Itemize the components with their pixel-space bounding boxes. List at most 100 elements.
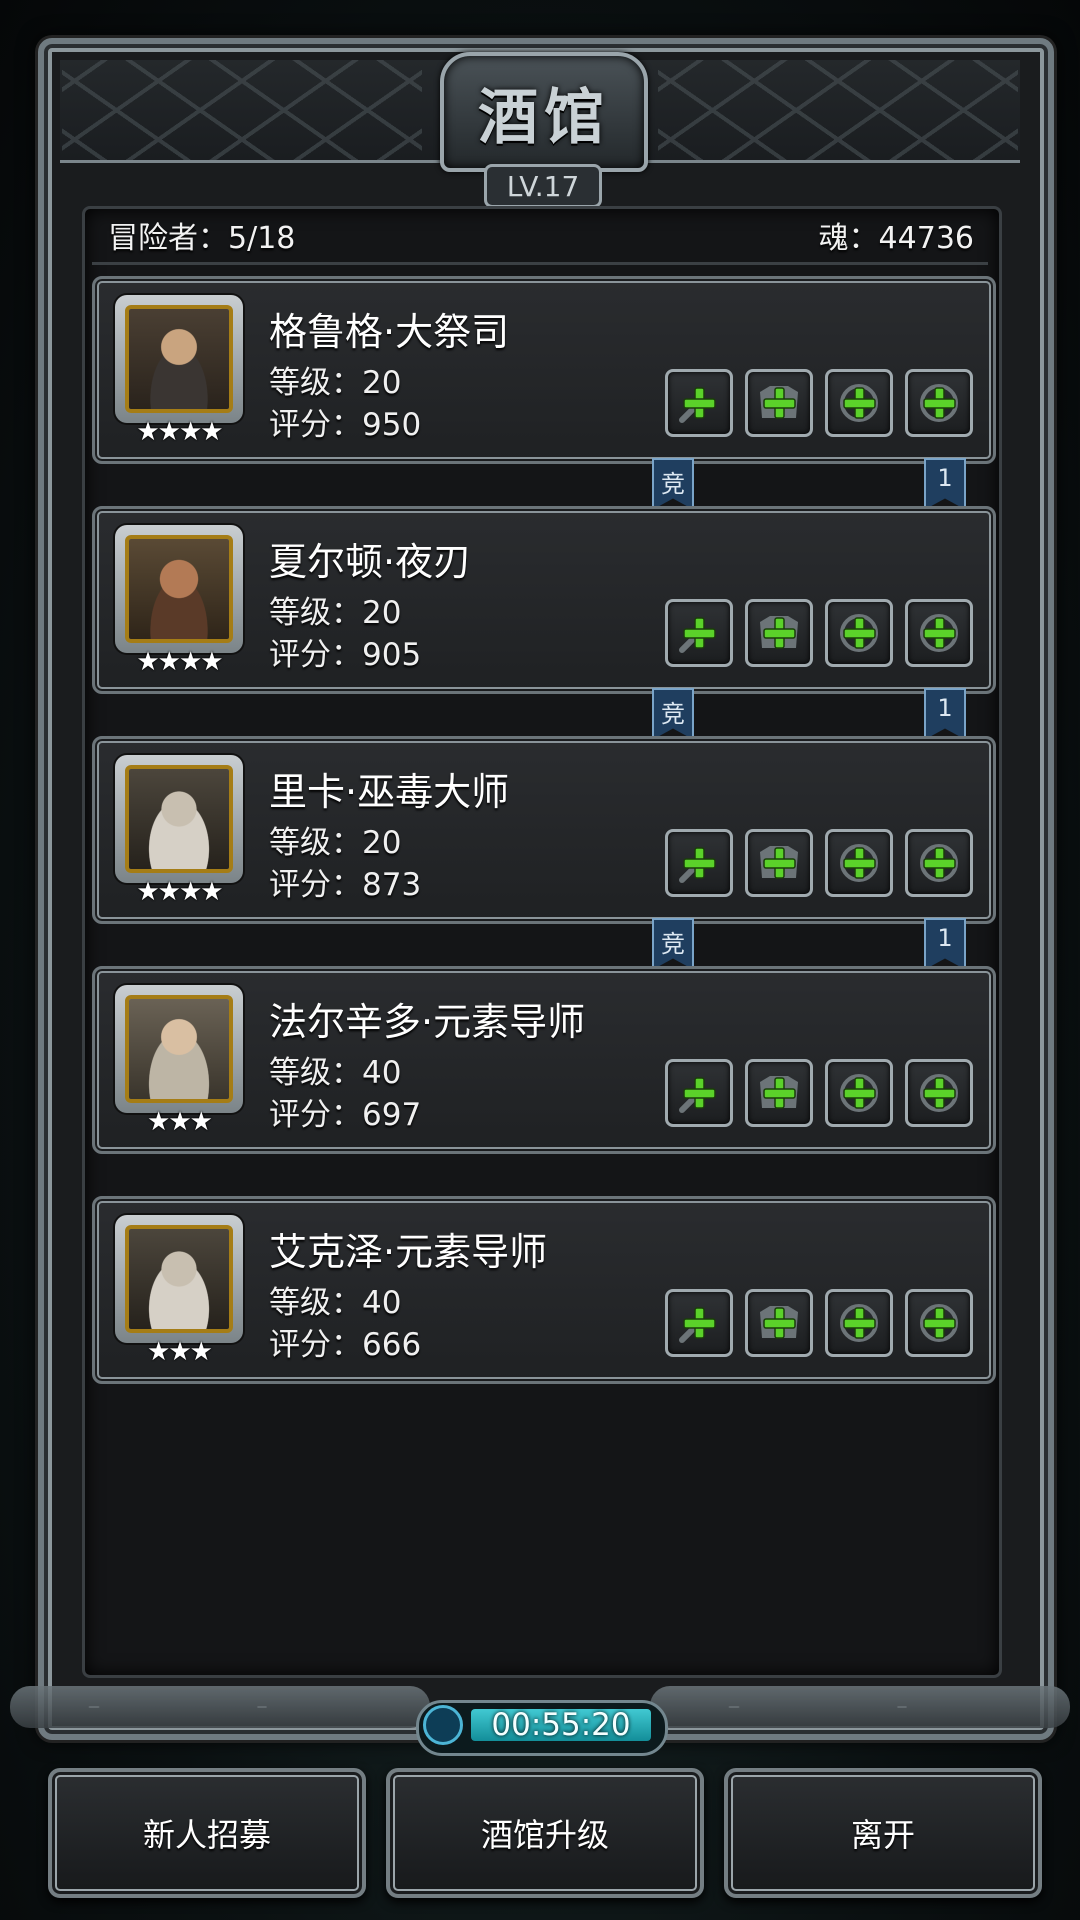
tavern-level-badge: LV.17 bbox=[484, 164, 602, 208]
armor-add-slot[interactable] bbox=[745, 369, 813, 437]
hero-portrait bbox=[125, 765, 233, 873]
equipment-slots bbox=[665, 1289, 975, 1357]
hero-face-image bbox=[129, 539, 229, 639]
ring-add-slot[interactable] bbox=[825, 369, 893, 437]
hero-face-image bbox=[129, 309, 229, 409]
ring-add-icon bbox=[840, 1074, 878, 1112]
divider bbox=[92, 262, 988, 265]
hero-name: 夏尔顿·夜刃 bbox=[269, 540, 472, 584]
hero-level: 等级：40 bbox=[269, 1055, 402, 1091]
accessory-add-slot[interactable] bbox=[905, 369, 973, 437]
ring-add-icon bbox=[840, 1304, 878, 1342]
hero-face-image bbox=[129, 769, 229, 869]
ring-add-icon bbox=[840, 614, 878, 652]
accessory-add-icon bbox=[920, 1304, 958, 1342]
ring-add-slot[interactable] bbox=[825, 829, 893, 897]
weapon-add-icon bbox=[679, 387, 716, 423]
hero-name: 格鲁格·大祭司 bbox=[269, 310, 510, 354]
armor-add-icon bbox=[760, 386, 798, 419]
hero-score: 评分：873 bbox=[269, 867, 422, 903]
hero-face-image bbox=[129, 999, 229, 1099]
ring-add-icon bbox=[840, 384, 878, 422]
equipment-slots bbox=[665, 1059, 975, 1127]
hero-portrait-frame[interactable]: ★★★ bbox=[115, 1215, 243, 1367]
weapon-add-slot[interactable] bbox=[665, 599, 733, 667]
accessory-add-slot[interactable] bbox=[905, 599, 973, 667]
title-plate: 酒馆 bbox=[440, 52, 648, 172]
hero-portrait-frame[interactable]: ★★★★ bbox=[115, 525, 243, 677]
star-rating: ★★★ bbox=[147, 1107, 213, 1137]
refresh-timer: 00:55:20 bbox=[416, 1700, 668, 1756]
hero-card[interactable]: ★★★★ 夏尔顿·夜刃等级：20 评分：905 bbox=[92, 506, 996, 694]
hero-portrait-frame[interactable]: ★★★★ bbox=[115, 295, 243, 447]
hero-portrait bbox=[125, 995, 233, 1103]
equipment-slots bbox=[665, 369, 975, 437]
weapon-add-slot[interactable] bbox=[665, 829, 733, 897]
hero-level: 等级：40 bbox=[269, 1285, 402, 1321]
hero-score: 评分：950 bbox=[269, 407, 422, 443]
hero-name: 艾克泽·元素导师 bbox=[269, 1230, 548, 1274]
hero-score: 评分：666 bbox=[269, 1327, 422, 1363]
accessory-add-icon bbox=[920, 844, 958, 882]
armor-add-icon bbox=[760, 1076, 798, 1109]
weapon-add-slot[interactable] bbox=[665, 369, 733, 437]
armor-add-slot[interactable] bbox=[745, 599, 813, 667]
weapon-add-slot[interactable] bbox=[665, 1059, 733, 1127]
accessory-add-slot[interactable] bbox=[905, 1059, 973, 1127]
ornament-left bbox=[10, 1686, 430, 1728]
hero-level: 等级：20 bbox=[269, 825, 402, 861]
ornament-right bbox=[650, 1686, 1070, 1728]
ring-add-slot[interactable] bbox=[825, 1289, 893, 1357]
weapon-add-slot[interactable] bbox=[665, 1289, 733, 1357]
upgrade-tavern-button[interactable]: 酒馆升级 bbox=[386, 1768, 704, 1898]
armor-add-slot[interactable] bbox=[745, 829, 813, 897]
star-rating: ★★★ bbox=[147, 1337, 213, 1367]
ring-add-slot[interactable] bbox=[825, 599, 893, 667]
chain-decoration-left bbox=[62, 60, 422, 160]
star-rating: ★★★★ bbox=[136, 417, 223, 447]
weapon-add-icon bbox=[679, 617, 716, 653]
accessory-add-icon bbox=[920, 384, 958, 422]
star-rating: ★★★★ bbox=[136, 647, 223, 677]
equipment-slots bbox=[665, 599, 975, 667]
hero-face-image bbox=[129, 1229, 229, 1329]
hero-level: 等级：20 bbox=[269, 595, 402, 631]
armor-add-slot[interactable] bbox=[745, 1059, 813, 1127]
soul-count: 魂：44736 bbox=[818, 221, 974, 256]
hero-portrait bbox=[125, 535, 233, 643]
hero-score: 评分：905 bbox=[269, 637, 422, 673]
hero-portrait-frame[interactable]: ★★★ bbox=[115, 985, 243, 1137]
hero-portrait-frame[interactable]: ★★★★ bbox=[115, 755, 243, 907]
hero-name: 里卡·巫毒大师 bbox=[269, 770, 510, 814]
hero-card[interactable]: ★★★ 法尔辛多·元素导师等级：40 评分：697 bbox=[92, 966, 996, 1154]
adventurer-count: 冒险者：5/18 bbox=[108, 221, 296, 256]
armor-add-slot[interactable] bbox=[745, 1289, 813, 1357]
hero-portrait bbox=[125, 1225, 233, 1333]
ring-add-slot[interactable] bbox=[825, 1059, 893, 1127]
recruit-button[interactable]: 新人招募 bbox=[48, 1768, 366, 1898]
hero-score: 评分：697 bbox=[269, 1097, 422, 1133]
star-rating: ★★★★ bbox=[136, 877, 223, 907]
ring-add-icon bbox=[840, 844, 878, 882]
armor-add-icon bbox=[760, 846, 798, 879]
accessory-add-slot[interactable] bbox=[905, 829, 973, 897]
weapon-add-icon bbox=[679, 1077, 716, 1113]
hero-level: 等级：20 bbox=[269, 365, 402, 401]
clock-icon bbox=[423, 1705, 463, 1745]
hero-card[interactable]: ★★★★ 里卡·巫毒大师等级：20 评分：873 bbox=[92, 736, 996, 924]
accessory-add-icon bbox=[920, 614, 958, 652]
timer-text: 00:55:20 bbox=[491, 1707, 631, 1743]
info-row: 冒险者：5/18 魂：44736 bbox=[108, 214, 974, 256]
hero-portrait bbox=[125, 305, 233, 413]
chain-decoration-right bbox=[658, 60, 1018, 160]
accessory-add-slot[interactable] bbox=[905, 1289, 973, 1357]
hero-card[interactable]: ★★★★ 格鲁格·大祭司等级：20 评分：950 bbox=[92, 276, 996, 464]
hero-card[interactable]: ★★★ 艾克泽·元素导师等级：40 评分：666 bbox=[92, 1196, 996, 1384]
page-title: 酒馆 bbox=[478, 82, 610, 153]
weapon-add-icon bbox=[679, 847, 716, 883]
equipment-slots bbox=[665, 829, 975, 897]
weapon-add-icon bbox=[679, 1307, 716, 1343]
hero-name: 法尔辛多·元素导师 bbox=[269, 1000, 586, 1044]
armor-add-icon bbox=[760, 616, 798, 649]
leave-button[interactable]: 离开 bbox=[724, 1768, 1042, 1898]
